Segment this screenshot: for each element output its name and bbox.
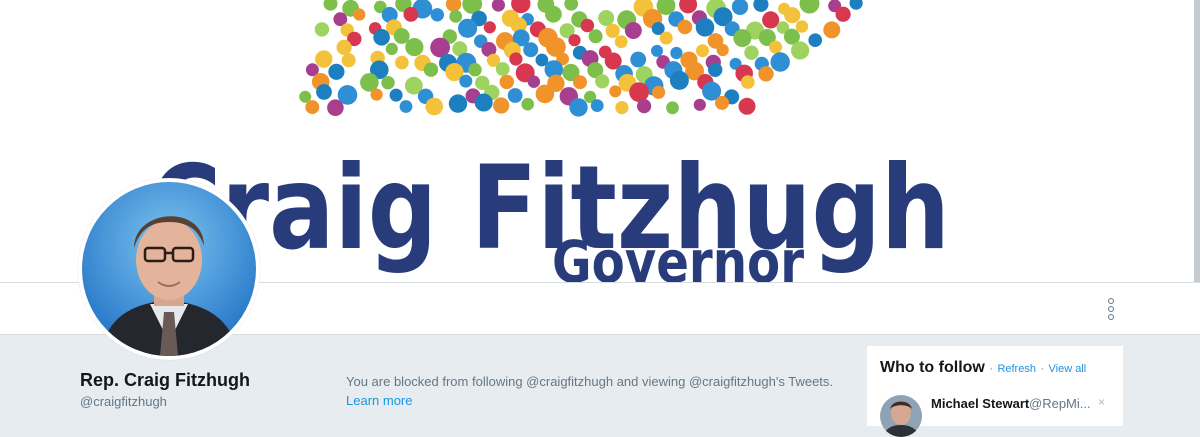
profile-name[interactable]: Rep. Craig Fitzhugh <box>80 370 250 391</box>
more-vertical-icon-dot <box>1108 306 1114 312</box>
banner-title: Craig Fitzhugh <box>150 141 950 276</box>
more-vertical-icon <box>1108 298 1114 304</box>
suggested-user-handle[interactable]: @RepMi... <box>1029 396 1091 411</box>
separator-dot: · <box>989 363 993 375</box>
profile-photo <box>82 182 256 356</box>
blocked-message-text: You are blocked from following @craigfit… <box>346 374 834 389</box>
learn-more-link[interactable]: Learn more <box>346 393 412 408</box>
suggested-user-avatar[interactable] <box>880 395 922 437</box>
suggested-user-name[interactable]: Michael Stewart <box>931 396 1029 411</box>
who-to-follow-panel: Who to follow · Refresh · View all Micha… <box>867 346 1123 437</box>
blocked-message: You are blocked from following @craigfit… <box>346 372 866 410</box>
who-to-follow-title: Who to follow <box>880 359 985 376</box>
refresh-link[interactable]: Refresh <box>997 363 1036 375</box>
view-all-link[interactable]: View all <box>1049 363 1087 375</box>
suggested-user[interactable]: Michael Stewart @RepMi... × <box>880 395 1116 437</box>
more-vertical-icon-dot <box>1108 314 1114 320</box>
dismiss-icon[interactable]: × <box>1098 395 1105 409</box>
suggested-user-photo <box>880 395 922 437</box>
more-options-button[interactable] <box>1100 297 1122 321</box>
scrollbar-thumb[interactable] <box>1194 0 1200 282</box>
banner-scrollbar[interactable] <box>1194 0 1200 282</box>
separator-dot: · <box>1040 363 1045 375</box>
profile-handle[interactable]: @craigfitzhugh <box>80 394 167 409</box>
who-to-follow-header: Who to follow · Refresh · View all <box>880 359 1110 377</box>
profile-avatar[interactable] <box>78 178 260 360</box>
banner-subtitle: Governor <box>552 228 804 282</box>
